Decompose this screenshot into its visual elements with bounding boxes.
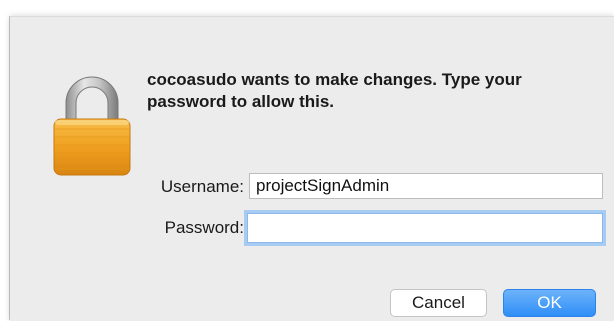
password-field[interactable] bbox=[247, 213, 603, 243]
cancel-button[interactable]: Cancel bbox=[390, 289, 487, 317]
authentication-dialog: cocoasudo wants to make changes. Type yo… bbox=[10, 16, 614, 321]
username-label: Username: bbox=[160, 177, 244, 196]
password-label: Password: bbox=[164, 218, 244, 237]
ok-button[interactable]: OK bbox=[503, 289, 596, 317]
lock-icon bbox=[50, 73, 134, 177]
username-field[interactable] bbox=[249, 173, 603, 199]
dialog-message: cocoasudo wants to make changes. Type yo… bbox=[147, 70, 522, 111]
